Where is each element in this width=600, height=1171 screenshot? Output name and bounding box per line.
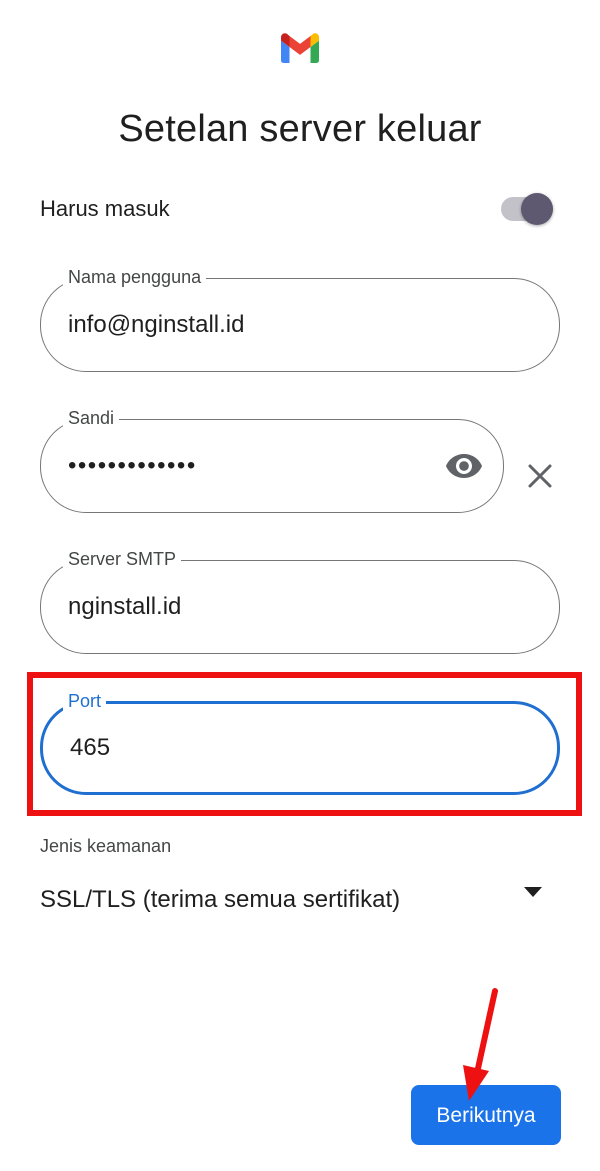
eye-icon[interactable] xyxy=(445,452,483,480)
caret-down-icon[interactable] xyxy=(523,886,543,898)
page-title: Setelan server keluar xyxy=(118,108,482,150)
gmail-logo-icon xyxy=(281,33,319,63)
password-value: ••••••••••••• xyxy=(68,452,197,479)
smtp-server-value: nginstall.id xyxy=(68,593,182,620)
require-signin-toggle[interactable] xyxy=(501,193,557,225)
close-icon[interactable] xyxy=(524,460,556,492)
security-type-select[interactable]: SSL/TLS (terima semua sertifikat) xyxy=(40,886,400,914)
username-label: Nama pengguna xyxy=(63,266,207,288)
require-signin-label: Harus masuk xyxy=(40,196,170,221)
username-field[interactable]: Nama pengguna info@nginstall.id xyxy=(40,266,560,372)
smtp-server-label: Server SMTP xyxy=(63,548,182,570)
password-label: Sandi xyxy=(63,407,120,429)
port-highlight-box xyxy=(27,672,582,816)
toggle-knob xyxy=(521,193,553,225)
password-field[interactable]: Sandi ••••••••••••• xyxy=(40,407,504,513)
next-button[interactable]: Berikutnya xyxy=(411,1085,561,1145)
smtp-server-field[interactable]: Server SMTP nginstall.id xyxy=(40,548,560,654)
security-type-label: Jenis keamanan xyxy=(40,836,172,856)
username-value: info@nginstall.id xyxy=(68,311,245,338)
